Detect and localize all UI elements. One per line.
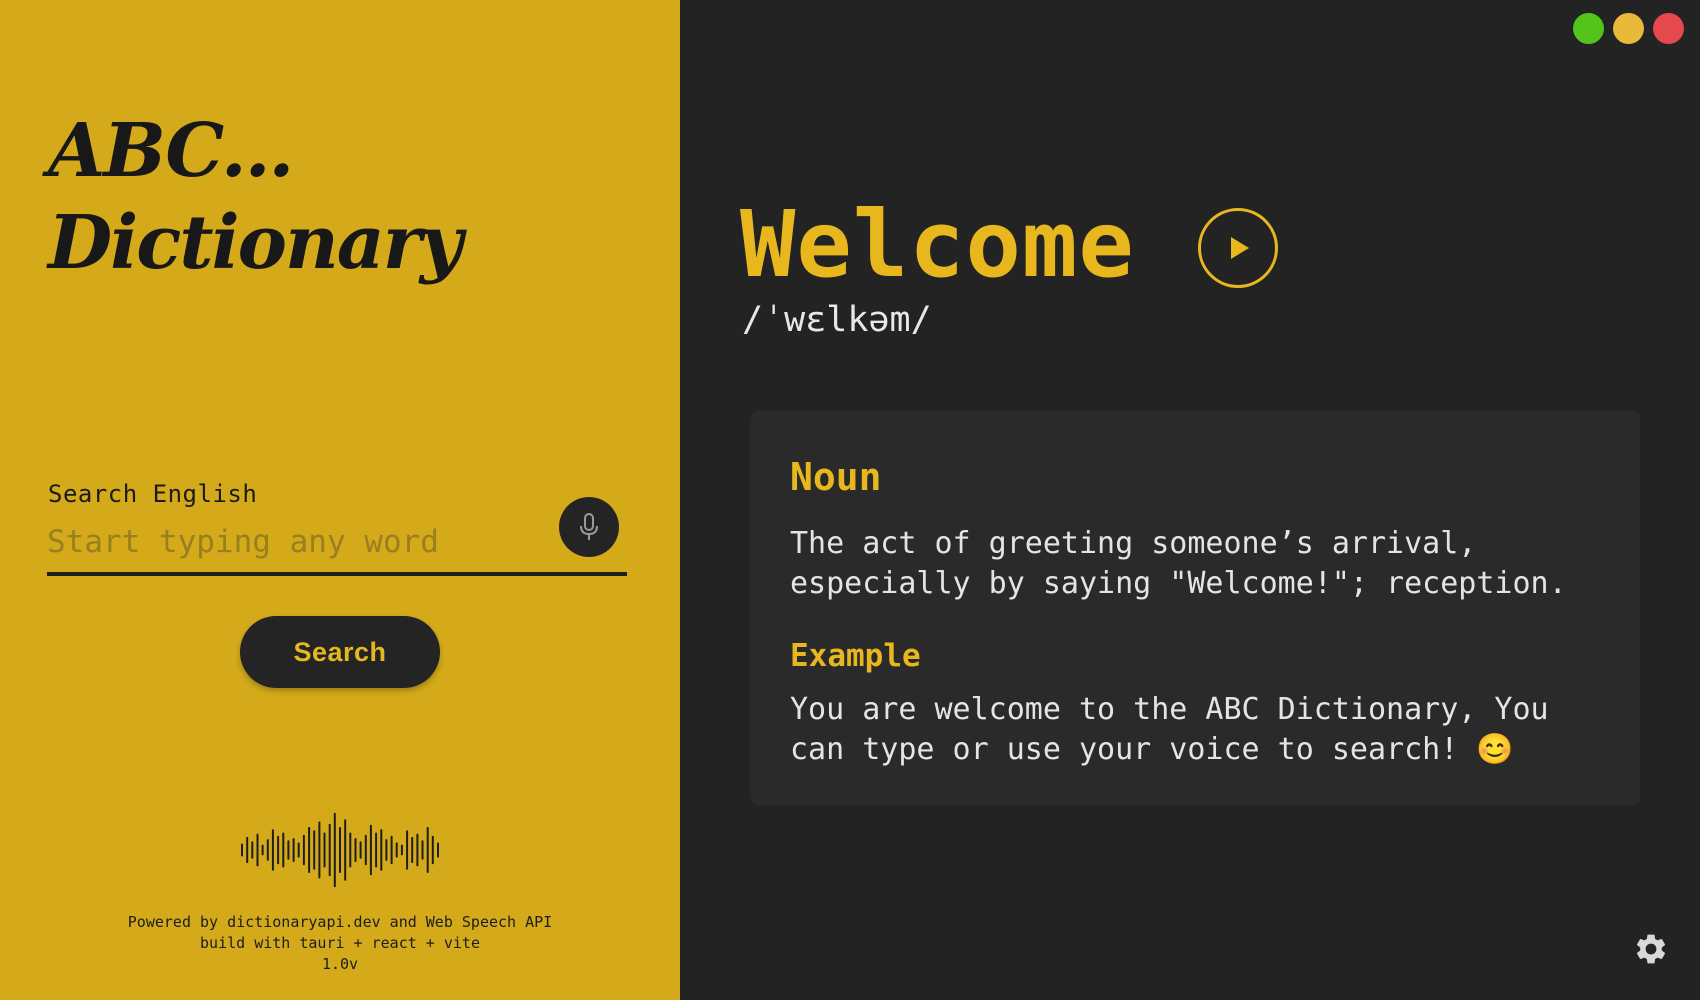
word-title: Welcome	[740, 191, 1135, 298]
maximize-button[interactable]	[1573, 13, 1604, 44]
result-panel: Welcome /ˈwɛlkəm/ Noun The act of greeti…	[680, 0, 1700, 1000]
window-controls	[1573, 13, 1684, 44]
search-label: Search English	[48, 480, 258, 508]
minimize-button[interactable]	[1613, 13, 1644, 44]
microphone-icon	[580, 513, 598, 540]
close-button[interactable]	[1653, 13, 1684, 44]
logo-line-1: ABC...	[48, 108, 294, 194]
settings-button[interactable]	[1630, 928, 1672, 970]
footer-build-info: build with tauri + react + vite	[200, 934, 480, 952]
example-heading: Example	[790, 638, 921, 674]
part-of-speech: Noun	[790, 455, 882, 499]
footer-version: 1.0v	[321, 955, 359, 973]
play-pronunciation-button[interactable]	[1198, 208, 1278, 288]
example-text: You are welcome to the ABC Dictionary, Y…	[790, 692, 1549, 767]
search-panel: ABC... Dictionary Search English Search …	[0, 0, 680, 1000]
voice-search-button[interactable]	[559, 497, 619, 557]
sound-wave-icon	[241, 812, 439, 888]
definition-card: Noun The act of greeting someone’s arriv…	[750, 410, 1640, 806]
search-input[interactable]	[47, 520, 627, 576]
logo-line-2: Dictionary	[48, 200, 463, 286]
app-window: ABC... Dictionary Search English Search …	[0, 0, 1700, 1000]
play-icon	[1231, 237, 1249, 259]
footer-powered-by: Powered by dictionaryapi.dev and Web Spe…	[127, 913, 553, 931]
definition-text: The act of greeting someone’s arrival, e…	[790, 526, 1567, 601]
search-button[interactable]: Search	[240, 616, 440, 688]
app-logo: ABC... Dictionary	[48, 105, 463, 289]
footer: Powered by dictionaryapi.dev and Web Spe…	[0, 912, 680, 975]
gear-icon	[1636, 934, 1666, 964]
phonetic-transcription: /ˈwɛlkəm/	[742, 300, 932, 340]
